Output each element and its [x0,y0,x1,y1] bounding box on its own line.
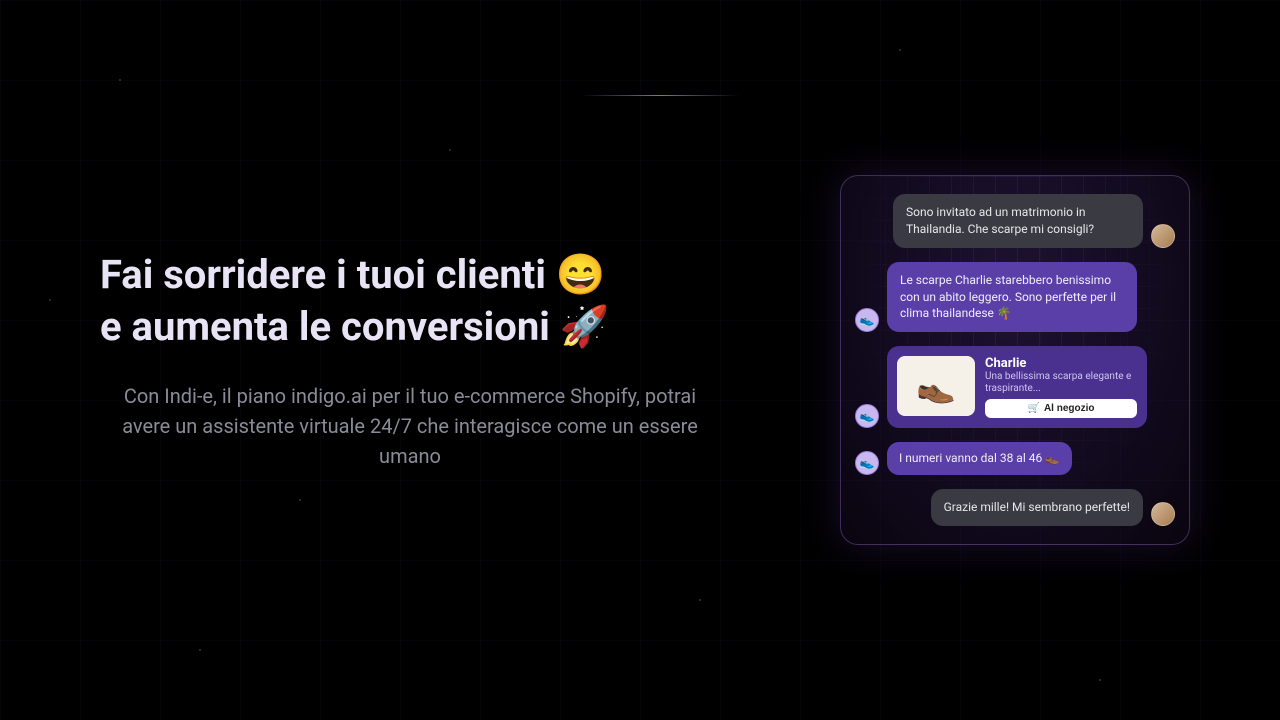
hero-text-column: Fai sorridere i tuoi clienti 😄 e aumenta… [100,249,800,471]
chat-bubble: Sono invitato ad un matrimonio in Thaila… [893,194,1143,248]
chat-bubble: I numeri vanno dal 38 al 46 👞 [887,442,1072,475]
shop-button-label: Al negozio [1044,403,1095,414]
bot-avatar-icon: 👟 [855,308,879,332]
headline-line-1: Fai sorridere i tuoi clienti 😄 [100,251,606,298]
chat-message-bot: 👟 I numeri vanno dal 38 al 46 👞 [855,442,1175,475]
product-title: Charlie [985,356,1137,371]
hero-headline: Fai sorridere i tuoi clienti 😄 e aumenta… [100,249,800,353]
user-avatar-icon [1151,502,1175,526]
shop-button[interactable]: 🛒 Al negozio [985,399,1137,418]
product-description: Una bellissima scarpa elegante e traspir… [985,371,1137,395]
headline-line-2: e aumenta le conversioni 🚀 [100,303,610,350]
chat-message-bot: 👟 Le scarpe Charlie starebbero benissimo… [855,262,1175,332]
bot-avatar-icon: 👟 [855,404,879,428]
product-image: 👞 [897,356,975,416]
chat-bubble: Le scarpe Charlie starebbero benissimo c… [887,262,1137,332]
bot-avatar-icon: 👟 [855,451,879,475]
chat-message-user: Grazie mille! Mi sembrano perfette! [855,489,1175,526]
chat-preview-panel: Sono invitato ad un matrimonio in Thaila… [840,175,1190,545]
chat-bubble: Grazie mille! Mi sembrano perfette! [931,489,1143,526]
product-card: 👞 Charlie Una bellissima scarpa elegante… [887,346,1147,428]
user-avatar-icon [1151,224,1175,248]
cart-icon: 🛒 [1027,403,1039,414]
chat-message-product: 👟 👞 Charlie Una bellissima scarpa elegan… [855,346,1175,428]
hero-subtext: Con Indi-e, il piano indigo.ai per il tu… [100,381,720,471]
chat-message-user: Sono invitato ad un matrimonio in Thaila… [855,194,1175,248]
